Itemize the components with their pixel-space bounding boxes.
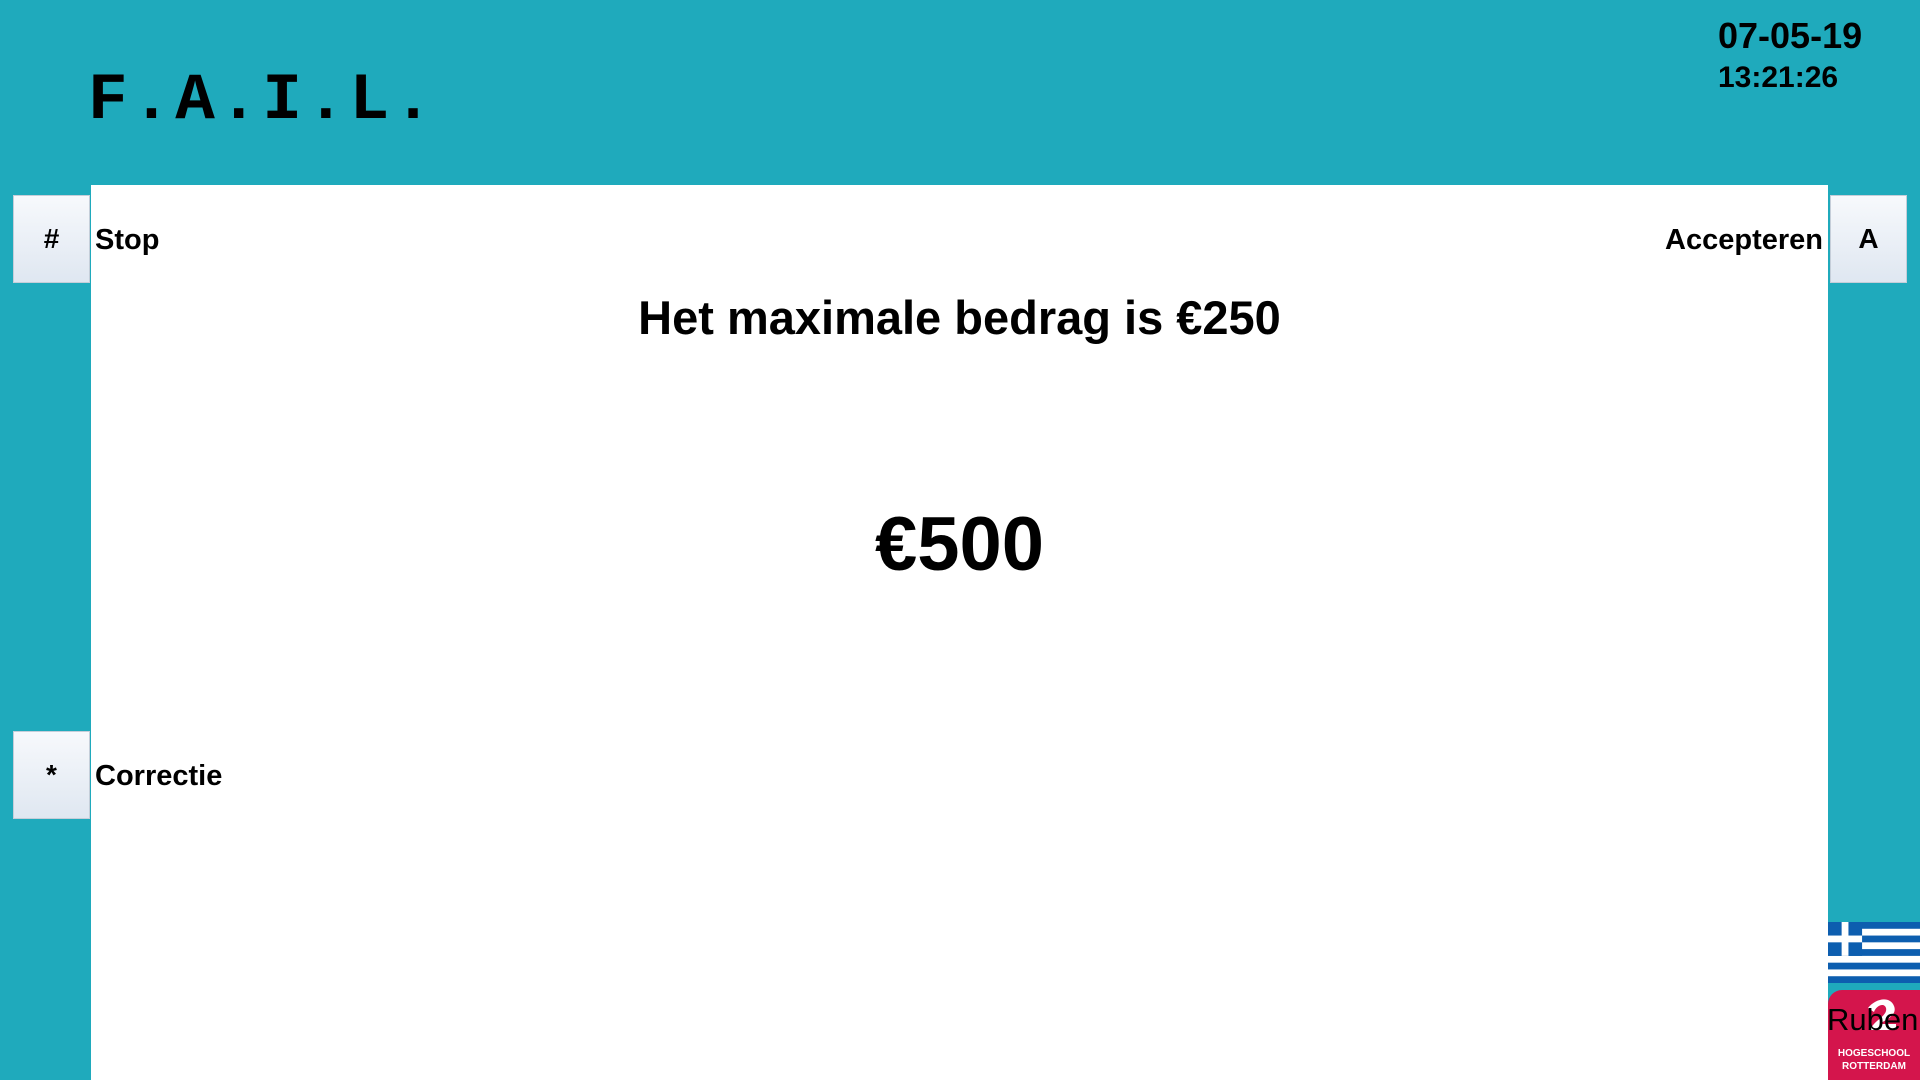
clock-date: 07-05-19 (1718, 15, 1863, 56)
greece-flag-icon[interactable] (1828, 922, 1920, 983)
entered-amount: €500 (874, 502, 1045, 587)
correction-key-button[interactable]: * (13, 731, 90, 819)
stop-key-button[interactable]: # (13, 195, 90, 283)
school-name-line2: ROTTERDAM (1842, 1061, 1906, 1072)
max-amount-message: Het maximale bedrag is €250 (638, 291, 1281, 344)
school-name-line1: HOGESCHOOL (1837, 1048, 1911, 1059)
accept-key-button[interactable]: A (1830, 195, 1907, 283)
app-logo: F.A.I.L. (88, 63, 437, 138)
stop-label: Stop (95, 224, 160, 256)
correction-label: Correctie (95, 760, 223, 792)
clock-time: 13:21:26 (1718, 61, 1839, 94)
accept-label: Accepteren (1665, 224, 1823, 256)
user-name: Ruben (1827, 1002, 1919, 1037)
